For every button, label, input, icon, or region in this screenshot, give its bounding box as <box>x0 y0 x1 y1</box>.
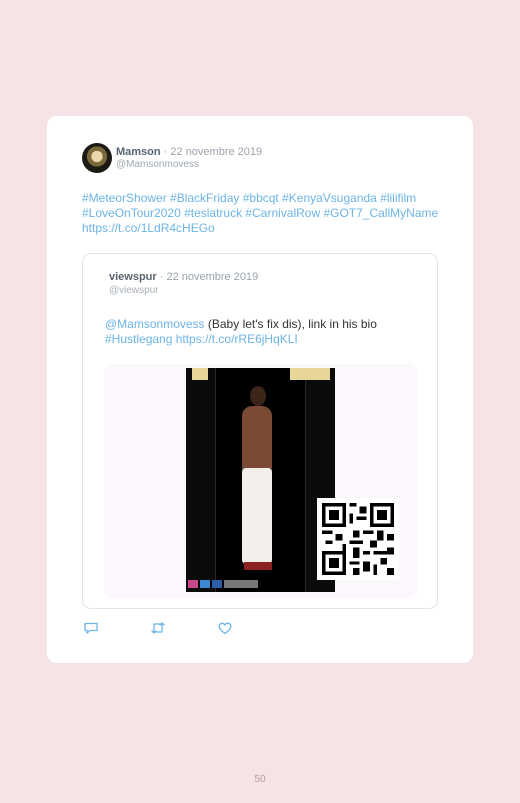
author-line: Mamson · 22 novembre 2019 <box>116 146 262 158</box>
quoted-text-middle: (Baby let's fix dis), link in his bio <box>204 317 377 331</box>
quoted-media[interactable] <box>104 364 417 598</box>
person-head <box>250 386 266 406</box>
media-photo[interactable] <box>186 368 335 592</box>
person-pants <box>242 468 272 564</box>
person-shoes <box>244 562 272 570</box>
photo-panel-left <box>186 368 216 592</box>
author-name[interactable]: Mamson <box>116 146 161 158</box>
quoted-author-name[interactable]: viewspur <box>109 271 157 283</box>
social-icons-strip <box>188 580 258 588</box>
avatar[interactable] <box>82 143 112 173</box>
heart-icon[interactable] <box>217 620 233 636</box>
tweet-actions <box>83 620 243 636</box>
quoted-text: @Mamsonmovess (Baby let's fix dis), link… <box>105 317 425 347</box>
photo-decoration-left <box>192 368 208 380</box>
qr-code-icon <box>317 498 399 580</box>
mention-link[interactable]: @Mamsonmovess <box>105 317 205 331</box>
quoted-author-line: viewspur · 22 novembre 2019 <box>109 271 258 283</box>
quoted-handle[interactable]: @viewspur <box>109 285 159 296</box>
photo-decoration-right <box>290 368 330 380</box>
quoted-date[interactable]: · 22 novembre 2019 <box>157 271 258 283</box>
reply-icon[interactable] <box>83 620 99 636</box>
tweet-card: Mamson · 22 novembre 2019 @Mamsonmovess … <box>47 116 473 663</box>
page-number: 50 <box>254 774 266 785</box>
author-handle[interactable]: @Mamsonmovess <box>116 159 199 170</box>
hashtag-link[interactable]: #Hustlegang https://t.co/rRE6jHqKLI <box>105 332 298 346</box>
tweet-date[interactable]: · 22 novembre 2019 <box>161 146 262 158</box>
tweet-text[interactable]: #MeteorShower #BlackFriday #bbcqt #Kenya… <box>82 191 442 236</box>
person-torso <box>242 406 272 472</box>
retweet-icon[interactable] <box>150 620 166 636</box>
quoted-tweet[interactable]: viewspur · 22 novembre 2019 @viewspur @M… <box>82 253 438 609</box>
